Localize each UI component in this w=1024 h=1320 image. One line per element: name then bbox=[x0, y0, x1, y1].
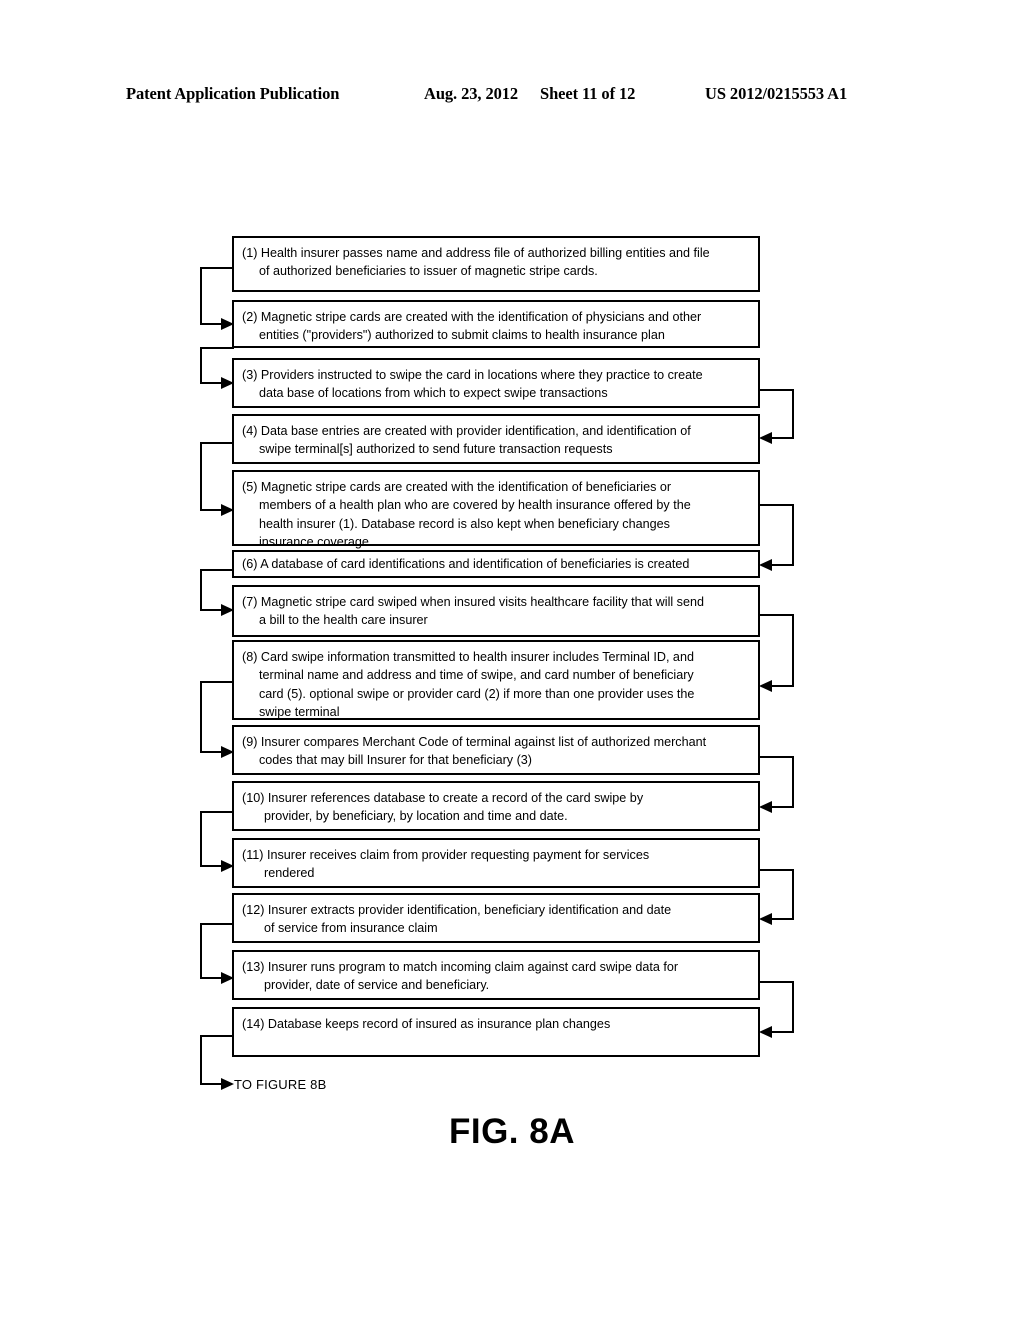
flowchart-box-10-text: (10) Insurer references database to crea… bbox=[242, 791, 644, 824]
flowchart-box-6: (6) A database of card identifications a… bbox=[232, 550, 760, 578]
flowchart-box-7: (7) Magnetic stripe card swiped when ins… bbox=[232, 585, 760, 637]
connector-1-2-arrowhead-icon bbox=[221, 318, 234, 330]
flowchart-box-9: (9) Insurer compares Merchant Code of te… bbox=[232, 725, 760, 775]
flowchart-box-14-text: (14) Database keeps record of insured as… bbox=[242, 1017, 611, 1031]
connector-13-14-arrowhead-icon bbox=[759, 1026, 772, 1038]
connector-3-4-arrowhead-icon bbox=[759, 432, 772, 444]
flowchart-box-2-text: (2) Magnetic stripe cards are created wi… bbox=[242, 310, 702, 343]
connector-13-14-segment-h-out bbox=[758, 981, 794, 983]
flowchart-box-14: (14) Database keeps record of insured as… bbox=[232, 1007, 760, 1057]
connector-12-13-segment-v bbox=[200, 923, 202, 979]
connector-5-6-segment-h-in bbox=[772, 564, 794, 566]
connector-6-7-arrowhead-icon bbox=[221, 604, 234, 616]
flowchart-box-5: (5) Magnetic stripe cards are created wi… bbox=[232, 470, 760, 549]
flowchart-box-1-text: (1) Health insurer passes name and addre… bbox=[242, 246, 710, 279]
flowchart-box-4: (4) Data base entries are created with p… bbox=[232, 414, 760, 464]
connector-4-5-segment-h-out bbox=[200, 442, 234, 444]
flowchart-box-8-text: (8) Card swipe information transmitted t… bbox=[242, 650, 695, 720]
connector-7-8-segment-h-out bbox=[758, 614, 794, 616]
connector-11-12-segment-v bbox=[792, 869, 794, 920]
connector-5-6-arrowhead-icon bbox=[759, 559, 772, 571]
connector-11-12-segment-h-in bbox=[772, 918, 794, 920]
flowchart-box-3-text: (3) Providers instructed to swipe the ca… bbox=[242, 368, 703, 401]
connector-13-14-segment-v bbox=[792, 981, 794, 1033]
connector-2-3-arrowhead-icon bbox=[221, 377, 234, 389]
connector-2-3-segment-v bbox=[200, 347, 202, 384]
flowchart-box-2: (2) Magnetic stripe cards are created wi… bbox=[232, 300, 760, 348]
flowchart-box-3: (3) Providers instructed to swipe the ca… bbox=[232, 358, 760, 408]
to-figure-8b-label: TO FIGURE 8B bbox=[234, 1077, 327, 1092]
flowchart-box-1: (1) Health insurer passes name and addre… bbox=[232, 236, 760, 292]
connector-14-next-arrowhead-icon bbox=[221, 1078, 234, 1090]
connector-6-7-segment-h-out bbox=[200, 569, 234, 571]
connector-11-12-segment-h-out bbox=[758, 869, 794, 871]
flowchart-box-13: (13) Insurer runs program to match incom… bbox=[232, 950, 760, 1000]
connector-12-13-segment-h-out bbox=[200, 923, 234, 925]
connector-6-7-segment-v bbox=[200, 569, 202, 611]
connector-9-10-segment-v bbox=[792, 756, 794, 808]
page-header: Patent Application Publication Aug. 23, … bbox=[0, 84, 1024, 110]
flowchart-box-8: (8) Card swipe information transmitted t… bbox=[232, 640, 760, 720]
connector-8-9-segment-v bbox=[200, 681, 202, 753]
flowchart-box-6-text: (6) A database of card identifications a… bbox=[242, 557, 690, 571]
flowchart-box-10: (10) Insurer references database to crea… bbox=[232, 781, 760, 831]
connector-8-9-segment-h-out bbox=[200, 681, 234, 683]
connector-3-4-segment-h-in bbox=[772, 437, 794, 439]
connector-3-4-segment-v bbox=[792, 389, 794, 439]
connector-7-8-segment-v bbox=[792, 614, 794, 687]
flowchart-box-5-text: (5) Magnetic stripe cards are created wi… bbox=[242, 480, 691, 550]
connector-10-11-segment-v bbox=[200, 811, 202, 867]
header-patent-number: US 2012/0215553 A1 bbox=[705, 84, 848, 103]
flowchart-box-7-text: (7) Magnetic stripe card swiped when ins… bbox=[242, 595, 704, 628]
patent-figure-page: Patent Application Publication Aug. 23, … bbox=[0, 0, 1024, 1320]
connector-5-6-segment-h-out bbox=[758, 504, 794, 506]
connector-2-3-segment-h-out bbox=[200, 347, 234, 349]
connector-3-4-segment-h-out bbox=[758, 389, 794, 391]
connector-9-10-segment-h-out bbox=[758, 756, 794, 758]
connector-14-next-segment-v bbox=[200, 1035, 202, 1085]
flowchart-box-12-text: (12) Insurer extracts provider identific… bbox=[242, 903, 672, 936]
connector-8-9-arrowhead-icon bbox=[221, 746, 234, 758]
connector-14-next-segment-h-out bbox=[200, 1035, 234, 1037]
flowchart-box-13-text: (13) Insurer runs program to match incom… bbox=[242, 960, 679, 993]
connector-11-12-arrowhead-icon bbox=[759, 913, 772, 925]
connector-1-2-segment-h-out bbox=[200, 267, 234, 269]
flowchart-box-11: (11) Insurer receives claim from provide… bbox=[232, 838, 760, 888]
flowchart-box-11-text: (11) Insurer receives claim from provide… bbox=[242, 848, 650, 881]
connector-1-2-segment-v bbox=[200, 267, 202, 325]
header-date-label: Aug. 23, 2012 bbox=[424, 84, 519, 103]
connector-7-8-arrowhead-icon bbox=[759, 680, 772, 692]
figure-caption: FIG. 8A bbox=[448, 1112, 576, 1151]
connector-4-5-arrowhead-icon bbox=[221, 504, 234, 516]
connector-12-13-arrowhead-icon bbox=[221, 972, 234, 984]
flowchart-box-9-text: (9) Insurer compares Merchant Code of te… bbox=[242, 735, 707, 768]
flowchart-box-12: (12) Insurer extracts provider identific… bbox=[232, 893, 760, 943]
header-publication-label: Patent Application Publication bbox=[126, 84, 340, 103]
connector-9-10-segment-h-in bbox=[772, 806, 794, 808]
connector-13-14-segment-h-in bbox=[772, 1031, 794, 1033]
header-sheet-label: Sheet 11 of 12 bbox=[540, 84, 636, 103]
connector-7-8-segment-h-in bbox=[772, 685, 794, 687]
connector-5-6-segment-v bbox=[792, 504, 794, 566]
connector-10-11-segment-h-out bbox=[200, 811, 234, 813]
flowchart-box-4-text: (4) Data base entries are created with p… bbox=[242, 424, 691, 457]
connector-4-5-segment-v bbox=[200, 442, 202, 511]
connector-10-11-arrowhead-icon bbox=[221, 860, 234, 872]
connector-9-10-arrowhead-icon bbox=[759, 801, 772, 813]
